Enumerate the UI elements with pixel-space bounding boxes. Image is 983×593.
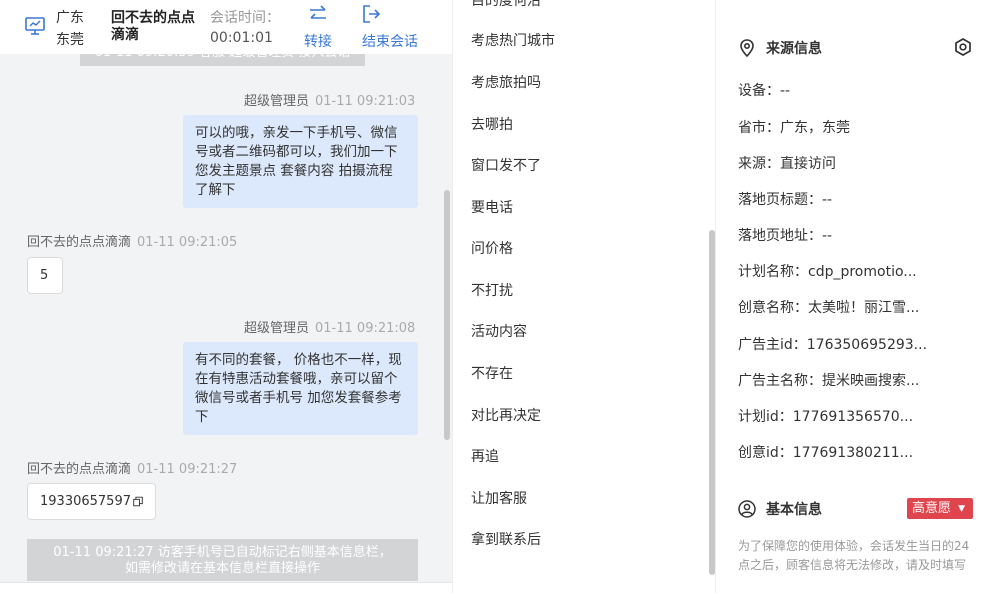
source-info-header: 来源信息: [738, 38, 822, 58]
message-meta: 回不去的点点滴滴 01-11 09:21:27: [27, 458, 237, 477]
quick-reply-item[interactable]: 考虑旅拍吗: [471, 72, 541, 92]
quick-reply-item[interactable]: 去哪拍: [471, 114, 513, 134]
visitor-phone-text: 19330657597: [40, 494, 131, 509]
quick-reply-item[interactable]: 要电话: [471, 197, 513, 217]
intent-level-dropdown[interactable]: 高意愿 ▼: [907, 498, 973, 519]
chat-panel: 01-11 09:20:59 客服 超级管理员 接入会话 广东 东莞 回不去的点…: [0, 0, 452, 593]
visitor-city: 东莞: [56, 32, 84, 48]
message-time: 01-11 09:21:08: [315, 321, 416, 336]
message-time: 01-11 09:21:03: [315, 94, 416, 109]
agent-message-bubble: 有不同的套餐， 价格也不一样，现在有特惠活动套餐哦，亲可以留个微信号或者手机号 …: [183, 342, 418, 435]
source-info-title: 来源信息: [766, 41, 822, 57]
location-pin-icon: [740, 39, 754, 57]
visitor-location: 广东 东莞: [56, 7, 84, 51]
quick-reply-item[interactable]: 不打扰: [471, 280, 513, 300]
message-time: 01-11 09:21:27: [137, 462, 238, 477]
message-sender: 超级管理员: [244, 321, 310, 336]
quick-reply-scrollbar[interactable]: [709, 230, 715, 575]
basic-info-note: 为了保障您的使用体验，会话发生当日的24点之后，顾客信息将无法修改，请及时填写: [738, 539, 970, 572]
message-sender: 超级管理员: [244, 94, 310, 109]
quick-reply-item[interactable]: 拿到联系后: [471, 529, 541, 549]
basic-info-title: 基本信息: [766, 502, 822, 518]
message-meta: 超级管理员 01-11 09:21:03: [244, 90, 415, 109]
copy-icon[interactable]: [133, 495, 143, 508]
info-row-advertiser-id: 广告主id：176350695293...: [738, 337, 928, 353]
info-row-region: 省市：广东，东莞: [738, 120, 850, 136]
agent-message-bubble: 可以的哦，亲发一下手机号、微信号或者二维码都可以，我们加一下您发主题景点 套餐内…: [183, 115, 418, 208]
session-time-value: 00:01:01: [210, 30, 273, 46]
system-message-phone-marked: 01-11 09:21:27 访客手机号已自动标记右侧基本信息栏， 如需修改请在…: [27, 539, 418, 581]
info-row-source: 来源：直接访问: [738, 156, 836, 172]
message-meta: 回不去的点点滴滴 01-11 09:21:05: [27, 231, 237, 250]
visitor-message-bubble: 5: [27, 257, 63, 294]
session-time-label: 会话时间：: [210, 10, 280, 26]
basic-info-header: 基本信息: [738, 499, 822, 519]
message-time: 01-11 09:21:05: [137, 235, 238, 250]
monitor-icon: [25, 17, 45, 35]
quick-reply-item[interactable]: 不存在: [471, 363, 513, 383]
quick-reply-item[interactable]: 目的度何沿: [471, 0, 541, 10]
user-circle-icon: [738, 500, 756, 518]
quick-reply-item[interactable]: 活动内容: [471, 321, 527, 341]
transfer-button[interactable]: 转接: [304, 5, 332, 51]
info-row-device: 设备：--: [738, 83, 791, 99]
logout-icon: [363, 5, 381, 23]
visitor-province: 广东: [56, 10, 84, 26]
info-row-plan-id: 计划id：177691356570...: [738, 409, 914, 425]
chat-input-edge: [0, 582, 452, 593]
info-row-landing-url: 落地页地址：--: [738, 228, 833, 244]
quick-reply-item[interactable]: 窗口发不了: [471, 155, 541, 175]
end-session-label: 结束会话: [362, 34, 418, 50]
info-row-creative-id: 创意id：177691380211...: [738, 445, 914, 461]
info-row-landing-title: 落地页标题：--: [738, 192, 833, 208]
transfer-label: 转接: [304, 34, 332, 50]
info-panel: 来源信息 设备：-- 省市：广东，东莞 来源：直接访问 落地页标题：-- 落地页…: [716, 0, 983, 593]
transfer-icon: [310, 5, 326, 19]
info-row-creative-name: 创意名称：太美啦！丽江雪...: [738, 300, 920, 316]
system-line-2: 如需修改请在基本信息栏直接操作: [124, 561, 320, 576]
quick-reply-item[interactable]: 让加客服: [471, 488, 527, 508]
chat-scrollbar[interactable]: [444, 190, 450, 440]
visitor-phone-bubble: 19330657597: [27, 483, 156, 520]
quick-reply-item[interactable]: 对比再决定: [471, 405, 541, 425]
system-line-1: 01-11 09:21:27 访客手机号已自动标记右侧基本信息栏，: [53, 545, 392, 560]
quick-reply-item[interactable]: 再追: [471, 446, 499, 466]
quick-reply-item[interactable]: 问价格: [471, 238, 513, 258]
info-row-advertiser-name: 广告主名称：提米映画搜索...: [738, 373, 920, 389]
settings-icon[interactable]: [953, 37, 973, 57]
info-row-plan-name: 计划名称：cdp_promotio...: [738, 264, 917, 280]
message-sender: 回不去的点点滴滴: [27, 462, 132, 477]
visitor-name: 回不去的点点滴滴: [111, 10, 195, 43]
intent-level-label: 高意愿: [912, 501, 952, 516]
quick-reply-item[interactable]: 考虑热门城市: [471, 30, 555, 50]
chat-header: 广东 东莞 回不去的点点滴滴 会话时间： 00:01:01 转接 结束会话: [0, 0, 452, 54]
message-meta: 超级管理员 01-11 09:21:08: [244, 317, 415, 336]
message-sender: 回不去的点点滴滴: [27, 235, 132, 250]
caret-down-icon: ▼: [958, 504, 966, 514]
end-session-button[interactable]: 结束会话: [362, 5, 418, 51]
quick-reply-panel: 目的度何沿 考虑热门城市 考虑旅拍吗 去哪拍 窗口发不了 要电话 问价格 不打扰…: [452, 0, 716, 593]
